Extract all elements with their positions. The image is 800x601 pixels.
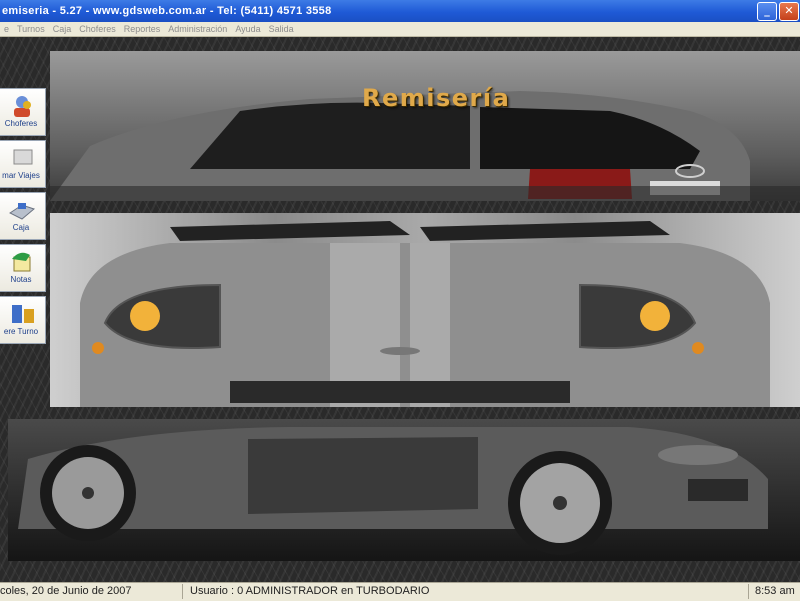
title-bar: emiseria - 5.27 - www.gdsweb.com.ar - Te… xyxy=(0,0,800,22)
brand-title: Remisería xyxy=(362,84,511,112)
cash-register-icon xyxy=(9,203,36,220)
sidebar-label-notas: Notas xyxy=(10,275,32,284)
car-image-top: Remisería xyxy=(50,51,800,201)
sidebar-button-caja[interactable]: Caja xyxy=(0,192,46,240)
menu-item-salida[interactable]: Salida xyxy=(265,24,298,34)
window-title: emiseria - 5.27 - www.gdsweb.com.ar - Te… xyxy=(2,5,332,17)
shift-icon xyxy=(12,305,34,323)
status-separator xyxy=(182,584,183,599)
sidebar-button-viajes[interactable]: mar Viajes xyxy=(0,140,46,188)
status-user: Usuario : 0 ADMINISTRADOR en TURBODARIO xyxy=(190,585,430,597)
menu-item-administracion[interactable]: Administración xyxy=(164,24,231,34)
menu-item-turnos[interactable]: Turnos xyxy=(13,24,49,34)
notes-icon xyxy=(12,252,31,272)
main-area: Remisería Choferes mar Viajes Caja Notas… xyxy=(0,37,800,582)
car-image-bottom xyxy=(8,419,800,561)
car-image-middle xyxy=(50,213,800,407)
sidebar-label-choferes: Choferes xyxy=(4,119,38,128)
menu-item-archivo[interactable]: e xyxy=(0,24,13,34)
drivers-icon xyxy=(14,96,31,117)
menu-item-reportes[interactable]: Reportes xyxy=(120,24,165,34)
status-date: coles, 20 de Junio de 2007 xyxy=(0,585,132,597)
sidebar-button-notas[interactable]: Notas xyxy=(0,244,46,292)
menu-item-caja[interactable]: Caja xyxy=(49,24,76,34)
status-separator xyxy=(748,584,749,599)
trips-icon xyxy=(13,149,33,165)
status-time: 8:53 am xyxy=(755,585,795,597)
sidebar-button-turno[interactable]: ere Turno xyxy=(0,296,46,344)
status-bar: coles, 20 de Junio de 2007 Usuario : 0 A… xyxy=(0,582,800,601)
hatchback-car-illustration xyxy=(50,91,800,201)
sidebar-label-caja: Caja xyxy=(12,223,30,232)
minimize-button[interactable]: _ xyxy=(757,2,777,21)
sidebar-label-turno: ere Turno xyxy=(3,327,39,336)
close-button[interactable]: ✕ xyxy=(779,2,799,21)
menu-bar: e Turnos Caja Choferes Reportes Administ… xyxy=(0,22,800,37)
sidebar-label-viajes: mar Viajes xyxy=(2,171,40,180)
menu-item-choferes[interactable]: Choferes xyxy=(75,24,120,34)
menu-item-ayuda[interactable]: Ayuda xyxy=(231,24,264,34)
sports-car-side-illustration xyxy=(18,427,768,555)
supercar-front-illustration xyxy=(80,221,770,407)
sidebar-button-choferes[interactable]: Choferes xyxy=(0,88,46,136)
